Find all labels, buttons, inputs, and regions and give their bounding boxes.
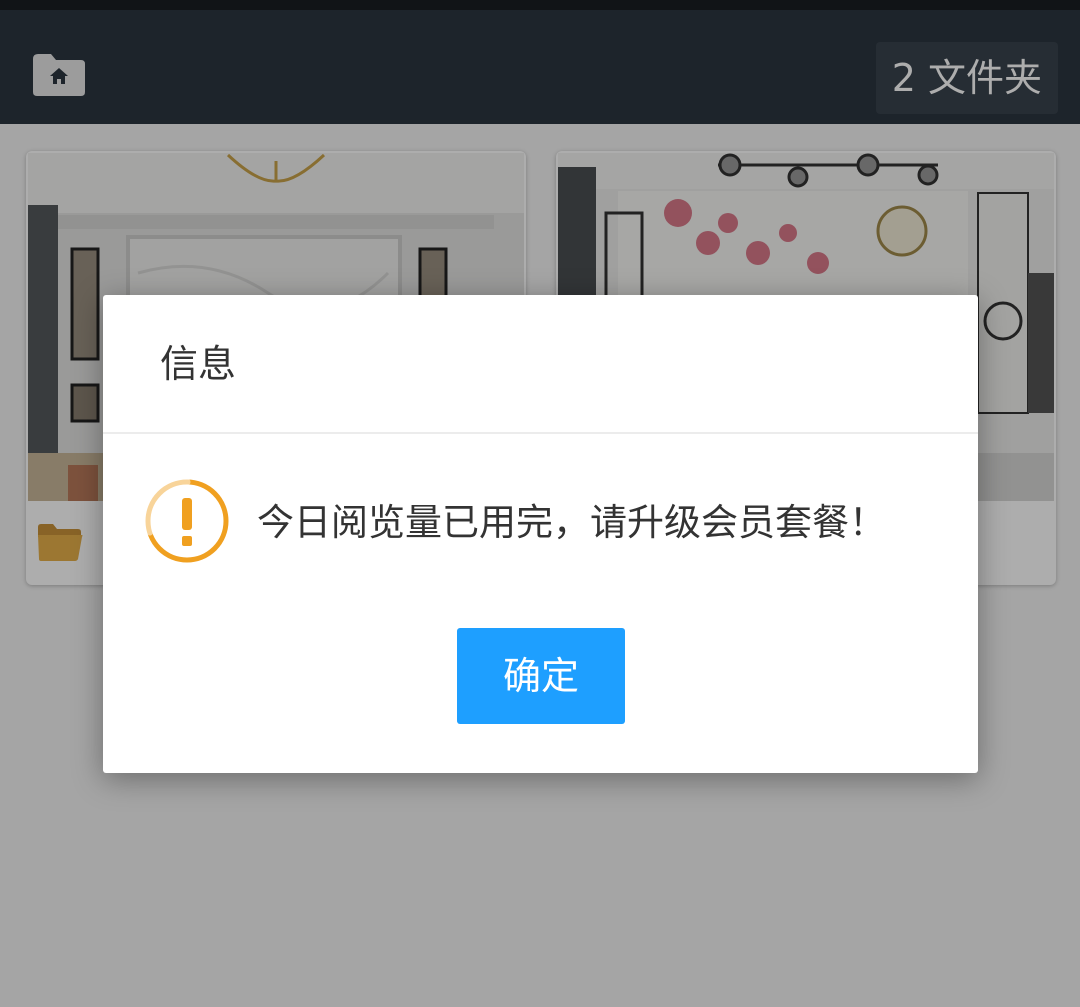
info-dialog: 信息 今日阅览量已用完，请升级会员套餐！ 确定: [103, 295, 978, 773]
confirm-button[interactable]: 确定: [457, 628, 625, 724]
dialog-message: 今日阅览量已用完，请升级会员套餐！: [257, 501, 886, 544]
warning-icon: [144, 478, 229, 563]
dialog-divider: [103, 432, 978, 434]
dialog-title: 信息: [160, 342, 237, 386]
